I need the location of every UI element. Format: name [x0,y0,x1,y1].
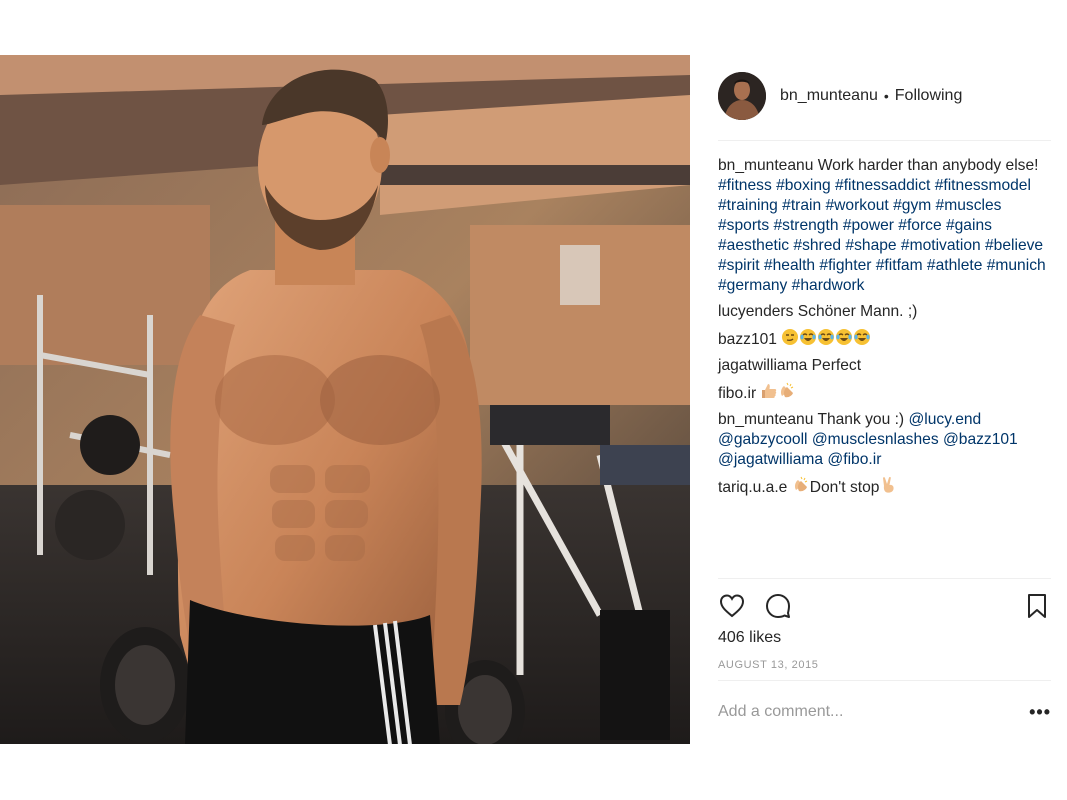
more-options-icon[interactable]: ••• [1029,703,1051,721]
list-item: tariq.u.a.e Don't stop [718,476,1054,498]
list-item: jagatwilliama Perfect [718,356,1054,376]
tears-of-joy-emoji [817,328,835,346]
separator-dot: • [883,88,889,104]
list-item: bn_munteanu Thank you :) @lucy.end @gabz… [718,410,1054,470]
list-item: lucyenders Schöner Mann. ;) [718,302,1054,322]
victory-hand-emoji [879,476,897,494]
comment-username[interactable]: bazz101 [718,331,777,348]
clapping-hands-emoji [792,476,810,494]
comment-username[interactable]: lucyenders [718,303,793,320]
tears-of-joy-emoji [835,328,853,346]
list-item: fibo.ir [718,382,1054,404]
comment-username[interactable]: jagatwilliama [718,357,807,374]
comment-username[interactable]: bn_munteanu [718,411,813,428]
thumbs-up-emoji [760,382,778,400]
avatar[interactable] [718,72,766,120]
gym-photo [0,55,690,744]
clapping-hands-emoji [778,382,796,400]
tears-of-joy-emoji [799,328,817,346]
post-photo[interactable] [0,55,690,744]
comment-input[interactable] [718,703,998,721]
caption-username[interactable]: bn_munteanu [718,157,813,174]
post-sidebar: bn_munteanu • Following bn_munteanu Work… [700,55,1067,744]
tears-of-joy-emoji [853,328,871,346]
comments-divider [718,578,1051,579]
heart-icon[interactable] [718,592,746,620]
caption-hashtags[interactable]: #fitness #boxing #fitnessaddict #fitness… [718,177,1046,294]
add-comment-row: ••• [718,696,1051,728]
comments-list: bn_munteanu Work harder than anybody els… [718,156,1054,504]
comment-username[interactable]: fibo.ir [718,385,756,402]
comment-text: Don't stop [809,479,880,496]
add-comment-divider [718,680,1051,681]
caption: bn_munteanu Work harder than anybody els… [718,156,1054,296]
caption-text: Work harder than anybody else! [817,157,1039,174]
likes-count[interactable]: 406 likes [718,629,781,647]
following-button[interactable]: Following [895,87,963,105]
comment-text: Thank you :) [817,411,905,428]
comment-icon[interactable] [764,592,792,620]
author-username[interactable]: bn_munteanu [780,87,878,105]
action-bar [718,592,1051,622]
post-header: bn_munteanu • Following [718,71,1051,121]
bookmark-icon[interactable] [1023,592,1051,620]
post-date: AUGUST 13, 2015 [718,659,819,671]
comment-text: Schöner Mann. ;) [797,303,918,320]
smirk-emoji [781,328,799,346]
profile-photo [718,72,766,120]
header-divider [718,140,1051,141]
comment-username[interactable]: tariq.u.a.e [718,479,787,496]
list-item: bazz101 [718,328,1054,350]
comment-text: Perfect [811,357,862,374]
